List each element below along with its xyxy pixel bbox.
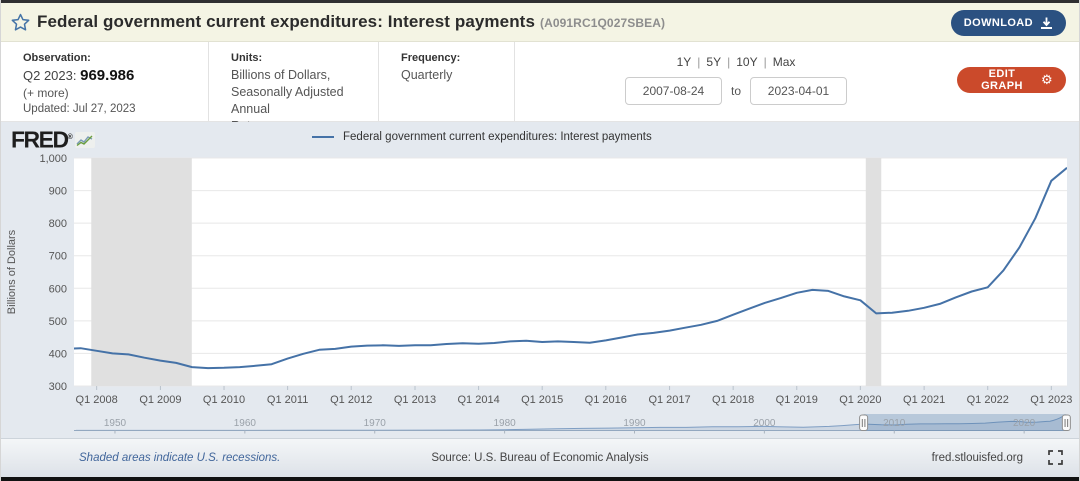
svg-text:1950: 1950 <box>104 418 127 429</box>
range-link-separator: | <box>697 55 700 69</box>
observation-value: Q2 2023: 969.986 <box>23 67 196 84</box>
svg-text:Q1 2016: Q1 2016 <box>585 394 627 406</box>
meta-row: Observation: Q2 2023: 969.986 (+ more) U… <box>1 42 1079 122</box>
svg-text:Q1 2015: Q1 2015 <box>521 394 563 406</box>
fred-graph-widget: Federal government current expenditures:… <box>0 0 1080 481</box>
svg-text:400: 400 <box>49 348 67 360</box>
more-observations-link[interactable]: (+ more) <box>23 86 196 100</box>
page-title: Federal government current expenditures:… <box>37 12 665 32</box>
units-label: Units: <box>231 52 366 64</box>
end-date-input[interactable] <box>750 77 847 105</box>
svg-text:Q1 2009: Q1 2009 <box>139 394 181 406</box>
main-chart[interactable]: 300 400 500 600 700 800 900 1,000 Q1 2008 Q1 2009… <box>1 122 1080 438</box>
svg-text:2020: 2020 <box>1013 418 1036 429</box>
x-axis-ticks <box>97 386 1052 390</box>
svg-text:1960: 1960 <box>234 418 257 429</box>
range-link-10y[interactable]: 10Y <box>734 55 759 69</box>
svg-text:Q1 2010: Q1 2010 <box>203 394 245 406</box>
range-shortcut-links: 1Y|5Y|10Y|Max <box>675 55 798 69</box>
svg-text:1,000: 1,000 <box>39 153 67 165</box>
svg-text:700: 700 <box>49 251 67 263</box>
range-link-separator: | <box>727 55 730 69</box>
frequency-label: Frequency: <box>401 52 502 64</box>
svg-text:500: 500 <box>49 316 67 328</box>
gear-icon: ⚙ <box>1041 74 1053 87</box>
edit-panel: EDIT GRAPH ⚙ <box>957 42 1079 121</box>
graph-panel: FRED® Federal government current expendi… <box>1 122 1079 438</box>
units-panel: Units: Billions of Dollars, Seasonally A… <box>209 42 379 121</box>
svg-text:Q1 2021: Q1 2021 <box>903 394 945 406</box>
svg-text:300: 300 <box>49 381 67 393</box>
svg-text:1980: 1980 <box>493 418 516 429</box>
svg-text:Q1 2013: Q1 2013 <box>394 394 436 406</box>
updated-date: Updated: Jul 27, 2023 <box>23 103 196 115</box>
plot-area[interactable] <box>74 158 1067 386</box>
favorite-star-icon[interactable] <box>11 13 30 32</box>
frequency-value: Quarterly <box>401 67 502 84</box>
svg-text:Q1 2008: Q1 2008 <box>76 394 118 406</box>
download-button[interactable]: DOWNLOAD <box>951 10 1066 36</box>
nav-handle-left[interactable] <box>860 415 868 431</box>
range-link-separator: | <box>764 55 767 69</box>
recession-note-link[interactable]: Shaded areas indicate U.S. recessions. <box>79 452 280 464</box>
y-axis-labels: 300 400 500 600 700 800 900 1,000 <box>39 153 67 393</box>
date-range-panel: 1Y|5Y|10Y|Max to <box>515 42 957 121</box>
start-date-input[interactable] <box>625 77 722 105</box>
svg-text:800: 800 <box>49 218 67 230</box>
svg-text:Q1 2018: Q1 2018 <box>712 394 754 406</box>
nav-handle-right[interactable] <box>1062 415 1070 431</box>
date-to-label: to <box>731 84 741 98</box>
site-link[interactable]: fred.stlouisfed.org <box>932 452 1023 464</box>
range-link-5y[interactable]: 5Y <box>704 55 723 69</box>
x-axis-labels: Q1 2008 Q1 2009 Q1 2010 Q1 2011 Q1 2012 Q1 20… <box>76 394 1073 406</box>
svg-text:Q1 2023: Q1 2023 <box>1030 394 1072 406</box>
navigator-labels: 1950 1960 1970 1980 1990 2000 2010 2020 <box>104 418 1036 434</box>
svg-text:Q1 2020: Q1 2020 <box>839 394 881 406</box>
svg-text:Q1 2017: Q1 2017 <box>648 394 690 406</box>
svg-text:1970: 1970 <box>364 418 387 429</box>
download-icon <box>1040 17 1053 30</box>
svg-text:Q1 2022: Q1 2022 <box>967 394 1009 406</box>
svg-text:Q1 2012: Q1 2012 <box>330 394 372 406</box>
frequency-panel: Frequency: Quarterly <box>379 42 515 121</box>
series-id: (A091RC1Q027SBEA) <box>540 16 665 30</box>
footer: Shaded areas indicate U.S. recessions. S… <box>1 438 1079 477</box>
date-range-inputs: to <box>625 77 847 105</box>
header: Federal government current expenditures:… <box>1 3 1079 42</box>
range-link-1y[interactable]: 1Y <box>675 55 694 69</box>
svg-text:Q1 2011: Q1 2011 <box>267 394 308 406</box>
svg-text:2010: 2010 <box>883 418 906 429</box>
source-text: Source: U.S. Bureau of Economic Analysis <box>431 452 648 464</box>
fullscreen-icon[interactable] <box>1048 450 1063 465</box>
svg-text:900: 900 <box>49 186 67 198</box>
navigator[interactable] <box>74 414 1070 431</box>
svg-text:Q1 2014: Q1 2014 <box>457 394 499 406</box>
svg-text:Q1 2019: Q1 2019 <box>776 394 818 406</box>
bottom-border <box>1 477 1079 481</box>
svg-text:600: 600 <box>49 283 67 295</box>
svg-text:1990: 1990 <box>623 418 646 429</box>
range-link-max[interactable]: Max <box>771 55 798 69</box>
observation-panel: Observation: Q2 2023: 969.986 (+ more) U… <box>1 42 209 121</box>
edit-graph-button[interactable]: EDIT GRAPH ⚙ <box>957 67 1066 93</box>
observation-label: Observation: <box>23 52 196 64</box>
svg-text:2000: 2000 <box>753 418 776 429</box>
